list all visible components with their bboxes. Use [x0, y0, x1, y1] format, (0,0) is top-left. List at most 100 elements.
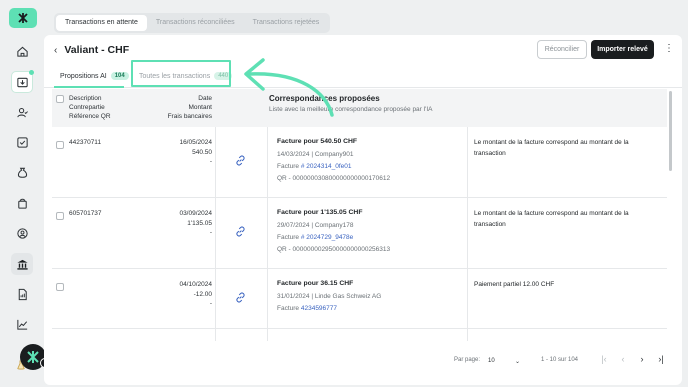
divider	[215, 127, 216, 197]
divider	[215, 329, 216, 341]
home-icon	[16, 46, 28, 57]
chart-icon	[16, 319, 27, 330]
table-row[interactable]: 442370711 16/05/2024 540.50 - Facture po…	[52, 127, 667, 198]
logo-icon	[18, 13, 28, 23]
sidebar-item-bank[interactable]	[11, 253, 33, 275]
row-fees: -	[209, 229, 212, 236]
row-checkbox[interactable]	[56, 212, 64, 220]
match-qr: QR - 000000030800000000000170612	[277, 175, 391, 182]
link-icon[interactable]	[235, 226, 246, 237]
divider	[267, 198, 268, 268]
avatar-logo-icon	[27, 351, 39, 363]
match-meta: 14/03/2024 | Company901	[277, 151, 354, 158]
pagination: Par page: 10 ⌄ 1 - 10 sur 104 |‹ ‹ › ›|	[44, 351, 682, 373]
tab-reconciled[interactable]: Transactions réconciliées	[147, 15, 244, 31]
sidebar-item-home[interactable]	[11, 40, 33, 62]
sidebar-item-contacts[interactable]	[11, 101, 33, 123]
row-fees: -	[209, 158, 212, 165]
count-badge: 104	[110, 72, 129, 80]
match-title: Facture pour 1'135.05 CHF	[277, 209, 363, 216]
table-row[interactable]: 04/10/2024 -12.00 - Facture pour 36.15 C…	[52, 269, 667, 329]
per-page-select[interactable]: 10 ⌄	[486, 354, 522, 368]
document-icon	[18, 288, 27, 300]
divider	[267, 127, 268, 197]
divider	[467, 198, 468, 268]
main-panel: ‹ Valiant - CHF Réconcilier Importer rel…	[44, 35, 682, 385]
sidebar-item-shop[interactable]	[11, 192, 33, 214]
page-header: ‹ Valiant - CHF	[54, 41, 129, 59]
annotation-highlight-box	[131, 60, 231, 87]
scrollbar[interactable]	[669, 91, 672, 171]
sidebar: 60	[0, 0, 55, 387]
col-counterparty: Contrepartie	[69, 104, 105, 111]
checkbox-icon	[16, 136, 28, 148]
bank-icon	[16, 259, 28, 270]
row-checkbox[interactable]	[56, 283, 64, 291]
active-tab-indicator	[54, 86, 124, 88]
sidebar-item-finance[interactable]	[11, 161, 33, 183]
next-page-icon[interactable]: ›	[636, 354, 648, 364]
divider	[215, 198, 216, 268]
match-invoice: Facture # 2024729_9478e	[277, 232, 353, 245]
divider	[467, 127, 468, 197]
table-row[interactable]	[52, 329, 667, 341]
match-meta: 29/07/2024 | Company178	[277, 222, 354, 229]
invoice-link[interactable]: # 2024729_9478e	[301, 234, 353, 241]
import-statement-button[interactable]: Importer relevé	[591, 40, 654, 59]
match-reason: Le montant de la facture correspond au m…	[474, 210, 629, 228]
page-title: Valiant - CHF	[64, 44, 130, 56]
prev-page-icon[interactable]: ‹	[617, 354, 629, 364]
reconcile-button[interactable]: Réconcilier	[537, 40, 587, 59]
sidebar-item-inbox[interactable]	[11, 70, 34, 93]
col-date: Date	[198, 95, 212, 102]
col-amount: Montant	[188, 104, 213, 111]
link-icon[interactable]	[235, 292, 246, 303]
match-meta: 31/01/2024 | Linde Gas Schweiz AG	[277, 293, 382, 300]
invoice-prefix: Facture	[277, 163, 300, 170]
notification-dot	[29, 70, 34, 75]
link-icon[interactable]	[235, 155, 246, 166]
per-page-value: 10	[488, 358, 495, 364]
row-fees: -	[209, 300, 212, 307]
col-description: Description	[69, 95, 102, 102]
user-circle-icon	[16, 227, 28, 239]
match-reason: Paiement partiel 12.00 CHF	[474, 281, 555, 288]
tab-ai-proposals[interactable]: Propositions AI 104	[60, 69, 129, 83]
app-logo[interactable]	[9, 8, 37, 28]
match-title: Facture pour 36.15 CHF	[277, 280, 354, 287]
invoice-link[interactable]: 4234596777	[301, 305, 337, 312]
table-header: Description Contrepartie Référence QR Da…	[52, 89, 667, 127]
users-icon	[16, 107, 28, 117]
sidebar-item-reports[interactable]	[11, 313, 33, 335]
inbox-icon	[16, 77, 28, 87]
match-reason: Le montant de la facture correspond au m…	[474, 139, 629, 157]
divider	[467, 329, 468, 341]
tab-label: Propositions AI	[60, 72, 107, 80]
tab-rejected[interactable]: Transactions rejetées	[244, 15, 329, 31]
col-qr-reference: Référence QR	[69, 113, 111, 120]
last-page-icon[interactable]: ›|	[655, 354, 667, 364]
select-all-checkbox[interactable]	[56, 95, 64, 103]
table-row[interactable]: 605701737 03/09/2024 1'135.05 - Facture …	[52, 198, 667, 269]
page-range: 1 - 10 sur 104	[541, 357, 579, 363]
divider	[267, 269, 268, 328]
divider	[215, 269, 216, 328]
first-page-icon[interactable]: |‹	[598, 354, 610, 364]
row-amount: 1'135.05	[187, 220, 212, 227]
invoice-prefix: Facture	[277, 305, 300, 312]
sidebar-item-tasks[interactable]	[11, 131, 33, 153]
sidebar-item-profile[interactable]	[11, 222, 33, 244]
chevron-down-icon: ⌄	[514, 358, 520, 365]
divider	[467, 269, 468, 328]
row-checkbox[interactable]	[56, 141, 64, 149]
money-bag-icon	[17, 167, 27, 178]
sidebar-item-documents[interactable]	[11, 283, 33, 305]
row-description: 605701737	[69, 210, 102, 217]
shopping-bag-icon	[17, 198, 27, 209]
col-matches-title: Correspondances proposées	[269, 94, 380, 103]
back-icon[interactable]: ‹	[54, 45, 57, 56]
match-invoice: Facture # 2024314_0fe01	[277, 161, 351, 174]
invoice-link[interactable]: # 2024314_0fe01	[301, 163, 352, 170]
more-options-icon[interactable]: ⋮	[664, 42, 674, 56]
tab-pending[interactable]: Transactions en attente	[56, 15, 147, 31]
